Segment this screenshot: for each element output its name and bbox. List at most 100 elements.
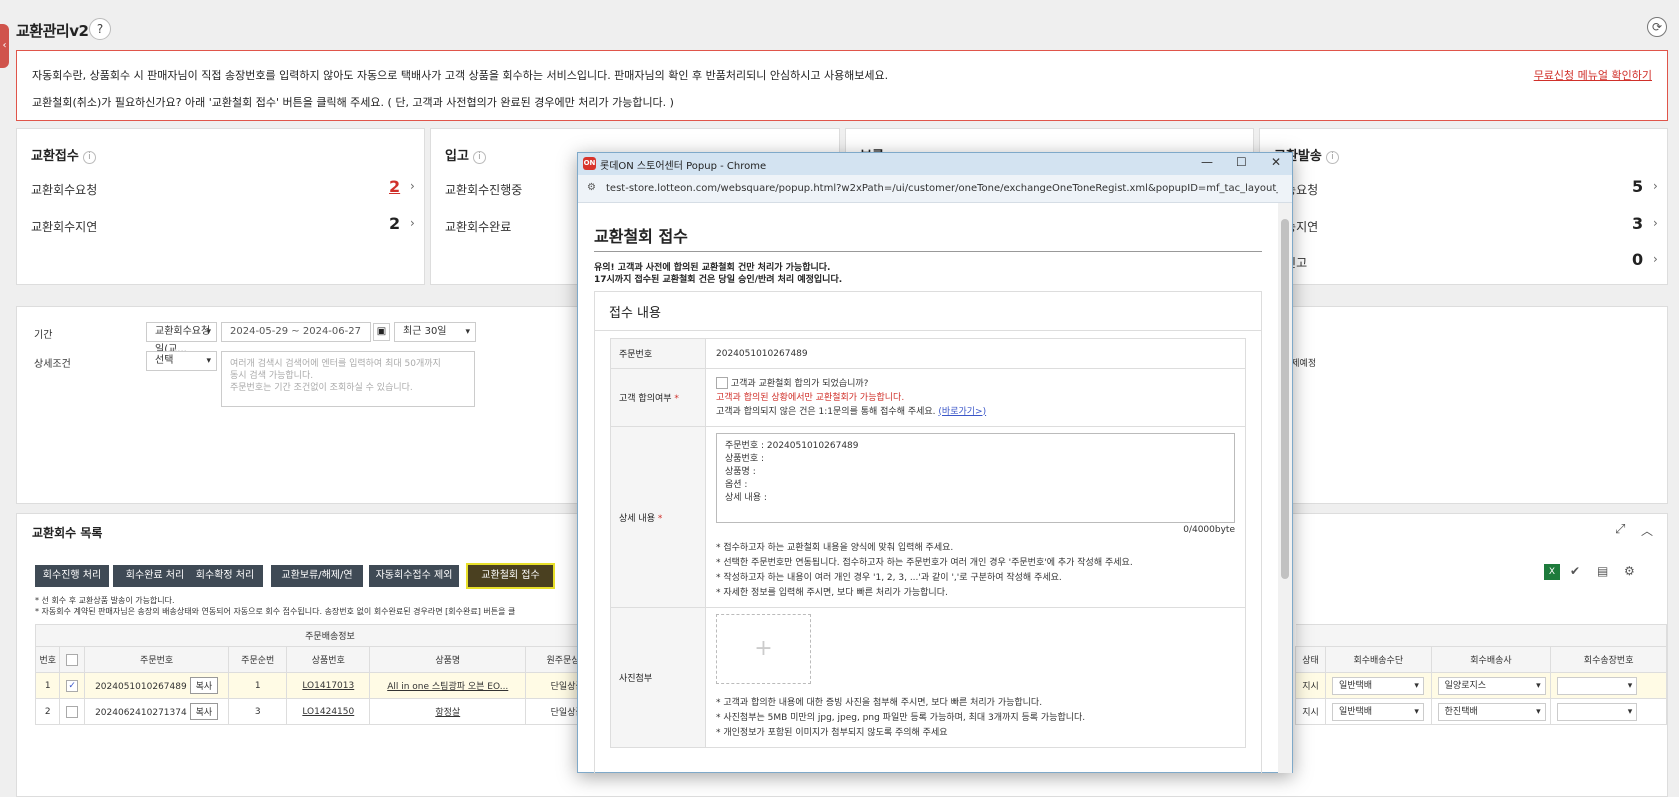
card-row-label: 교환회수지연 xyxy=(31,220,98,234)
photo-note: * 사진첨부는 5MB 미만의 jpg, jpeg, png 파일만 등록 가능… xyxy=(716,713,1086,723)
tracking-input[interactable] xyxy=(1557,703,1638,721)
maximize-icon[interactable]: ☐ xyxy=(1236,155,1247,169)
checkbox[interactable] xyxy=(66,705,79,718)
status-cell: 지시 xyxy=(1295,672,1326,699)
col-header: 번호 xyxy=(34,646,61,673)
collect-confirm-button[interactable]: 회수확정 처리 xyxy=(187,565,263,587)
col-header-checkbox[interactable] xyxy=(59,646,85,673)
card-row-count[interactable]: 2 xyxy=(389,214,400,233)
list-note: * 자동회수 계약된 판매자님은 송장의 배송상태와 연동되어 자동으로 회수 … xyxy=(35,607,516,616)
card-row-count[interactable]: 0 xyxy=(1632,250,1643,269)
group-header-blank xyxy=(1295,624,1667,647)
method-cell: 일반택배 xyxy=(1324,672,1432,699)
shortcut-link[interactable]: (바로가기>) xyxy=(938,407,986,417)
copy-button[interactable]: 복사 xyxy=(189,677,219,694)
courier-select[interactable]: 한진택배 xyxy=(1437,703,1546,721)
photo-note: * 개인정보가 포함된 이미지가 첨부되지 않도록 주의해 주세요 xyxy=(716,728,948,738)
detail-label: 상세 내용 * xyxy=(610,426,706,608)
copy-button[interactable]: 복사 xyxy=(189,703,219,720)
popup-titlebar[interactable]: ON 롯데ON 스토어센터 Popup - Chrome — ☐ ✕ xyxy=(578,153,1292,175)
chevron-right-icon: › xyxy=(410,216,415,230)
notice-box: 자동회수란, 상품회수 시 판매자님이 직접 송장번호를 입력하지 않아도 자동… xyxy=(16,50,1668,121)
expand-icon[interactable]: ⤢ xyxy=(1615,522,1625,537)
detail-cell: 주문번호 : 2024051010267489 상품번호 : 상품명 : 옵션 … xyxy=(705,426,1246,608)
refresh-icon[interactable]: ⟳ xyxy=(1647,17,1667,37)
site-info-icon[interactable]: ⚙ xyxy=(587,182,596,193)
minimize-icon[interactable]: — xyxy=(1201,155,1213,169)
manual-link[interactable]: 무료신청 메뉴얼 확인하기 xyxy=(1534,67,1652,83)
detail-note: * 선택한 주문번호만 연동됩니다. 접수하고자 하는 주문번호가 여러 개인 … xyxy=(716,558,1133,568)
popup-scrollbar[interactable] xyxy=(1278,203,1292,773)
placeholder-line: 동시 검색 가능합니다. xyxy=(230,371,314,381)
info-icon[interactable]: i xyxy=(472,151,486,164)
order-number-value: 2024051010267489 xyxy=(705,338,1246,369)
section-title: 접수 내용 xyxy=(609,306,661,321)
card-row-label: 교환회수진행중 xyxy=(445,183,523,197)
collect-progress-button[interactable]: 회수진행 처리 xyxy=(35,565,109,587)
card-row-count[interactable]: 5 xyxy=(1632,177,1643,196)
product-name-link[interactable]: All in one 스팀광파 오븐 EO... xyxy=(369,672,527,699)
address-bar[interactable]: ⚙ test-store.lotteon.com/websquare/popup… xyxy=(578,175,1292,203)
group-header: 주문배송정보 xyxy=(35,624,625,647)
product-number-link[interactable]: LO1424150 xyxy=(286,698,371,725)
collect-method-select[interactable]: 일반택배 xyxy=(1331,677,1424,695)
table-row[interactable]: 지시 일반택배 일양로지스 xyxy=(1295,672,1667,699)
recent-period-select[interactable]: 최근 30일 xyxy=(394,322,476,342)
status-cell: 지시 xyxy=(1295,698,1326,725)
period-type-select[interactable]: 교환회수요청일(교... xyxy=(146,322,217,355)
calendar-icon[interactable]: ▣ xyxy=(373,323,390,341)
row-checkbox[interactable]: ✓ xyxy=(59,672,85,699)
search-textarea[interactable]: 여러개 검색시 검색어에 엔터를 입력하여 최대 50개까지 동시 검색 가능합… xyxy=(221,351,475,407)
agree-label: 고객 합의여부 * xyxy=(610,368,706,427)
lock-grid-icon[interactable]: ▤ xyxy=(1597,564,1608,578)
card-row-count[interactable]: 2 xyxy=(389,177,400,196)
placeholder-line: 여러개 검색시 검색어에 엔터를 입력하여 최대 50개까지 xyxy=(230,359,441,369)
close-icon[interactable]: ✕ xyxy=(1271,155,1281,169)
agree-question: 고객과 교환철회 합의가 되었습니까? xyxy=(730,378,869,389)
photo-upload-button[interactable]: + xyxy=(716,614,811,684)
detail-note: * 접수하고자 하는 교환철회 내용을 양식에 맞춰 입력해 주세요. xyxy=(716,543,954,553)
help-icon[interactable]: ? xyxy=(89,18,111,40)
detail-textarea[interactable]: 주문번호 : 2024051010267489 상품번호 : 상품명 : 옵션 … xyxy=(716,433,1235,523)
side-collapse-tab[interactable]: ‹ xyxy=(0,24,9,68)
courier-select[interactable]: 일양로지스 xyxy=(1437,677,1546,695)
auto-collect-exclude-button[interactable]: 자동회수접수 제외 xyxy=(369,565,459,587)
order-number-label: 주문번호 xyxy=(610,338,706,369)
chevron-right-icon: › xyxy=(1653,216,1658,230)
order-number-cell: 2024062410271374 복사 xyxy=(83,698,230,725)
date-range-input[interactable]: 2024-05-29 ~ 2024-06-27 xyxy=(221,322,371,342)
col-header: 회수배송수단 xyxy=(1324,646,1432,673)
popup-content: 교환철회 접수 유의! 고객과 사전에 합의된 교환철회 건만 처리가 가능합니… xyxy=(578,203,1278,773)
card-row-count[interactable]: 3 xyxy=(1632,214,1643,233)
col-header: 주문순번 xyxy=(228,646,288,673)
check-list-icon[interactable]: ✔ xyxy=(1570,564,1580,578)
table-row[interactable]: 1 ✓ 2024051010267489 복사 1 LO1417013 All … xyxy=(34,672,625,699)
col-header: 회수배송사 xyxy=(1430,646,1552,673)
info-icon[interactable]: i xyxy=(1325,151,1339,164)
exchange-hold-button[interactable]: 교환보류/해제/연장 xyxy=(271,565,363,603)
scrollbar-thumb[interactable] xyxy=(1281,219,1289,579)
exchange-withdraw-button[interactable]: 교환철회 접수 xyxy=(466,563,555,589)
card-exchange-ship: 교환발송i 발송요청 5 › 발송지연 3 › 령신고 0 › xyxy=(1259,128,1668,285)
product-name-link[interactable]: 항정살 xyxy=(369,698,527,725)
card-title: 교환접수 i xyxy=(31,145,96,164)
list-note: * 선 회수 후 교환상품 발송이 가능합니다. xyxy=(35,596,175,605)
collect-method-select[interactable]: 일반택배 xyxy=(1331,703,1424,721)
popup-title: 교환철회 접수 xyxy=(594,227,688,246)
url-text[interactable]: test-store.lotteon.com/websquare/popup.h… xyxy=(606,183,1278,194)
collect-complete-button[interactable]: 회수완료 처리 xyxy=(113,565,197,587)
grid-settings-icon[interactable]: ⚙ xyxy=(1624,564,1635,578)
row-checkbox[interactable] xyxy=(59,698,85,725)
info-icon[interactable]: i xyxy=(82,151,96,164)
checkbox-checked[interactable]: ✓ xyxy=(66,679,79,692)
tracking-input[interactable] xyxy=(1557,677,1638,695)
excel-icon[interactable]: X xyxy=(1544,564,1560,580)
collapse-icon[interactable]: ︿ xyxy=(1641,522,1653,539)
product-number-link[interactable]: LO1417013 xyxy=(286,672,371,699)
agree-checkbox[interactable] xyxy=(716,377,728,389)
detail-condition-select[interactable]: 선택 xyxy=(146,351,217,371)
table-row[interactable]: 지시 일반택배 한진택배 xyxy=(1295,698,1667,725)
table-row[interactable]: 2 2024062410271374 복사 3 LO1424150 항정살 단일… xyxy=(34,698,625,725)
list-notes: * 선 회수 후 교환상품 발송이 가능합니다. * 자동회수 계약된 판매자님… xyxy=(35,595,515,617)
checkbox[interactable] xyxy=(66,653,79,666)
